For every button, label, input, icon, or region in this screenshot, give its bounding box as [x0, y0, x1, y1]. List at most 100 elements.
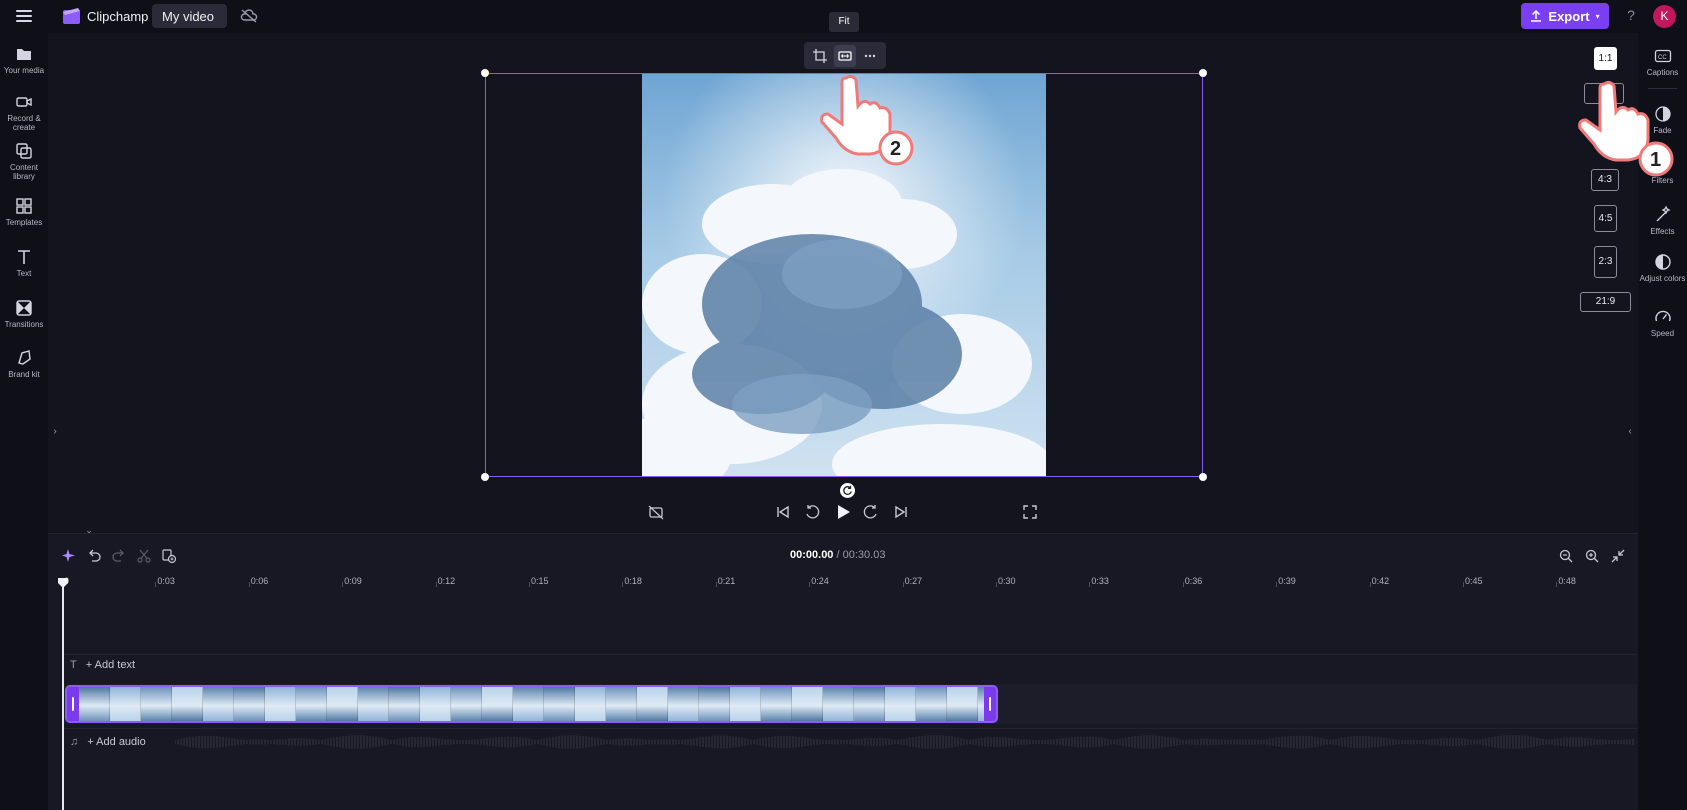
- skip-forward-icon: [895, 505, 907, 519]
- clip-trim-handle-left[interactable]: [67, 687, 79, 721]
- duplicate-button[interactable]: [161, 548, 177, 564]
- zoom-out-button[interactable]: [1558, 548, 1574, 564]
- crop-button[interactable]: [809, 45, 831, 67]
- pointer-hand-annotation-1: 1: [1572, 80, 1682, 180]
- ruler-tick-mark: [155, 582, 157, 587]
- ruler-tick-mark: [902, 582, 904, 587]
- fullscreen-button[interactable]: [1021, 503, 1039, 521]
- clip-thumbnail: [885, 687, 916, 721]
- clip-thumbnail: [203, 687, 234, 721]
- clip-trim-handle-right[interactable]: [984, 687, 996, 721]
- magic-tool-button[interactable]: [61, 548, 77, 564]
- aspect-ratio-21-9[interactable]: 21:9: [1580, 292, 1631, 312]
- sidebar-item-effects[interactable]: Effects: [1638, 205, 1687, 236]
- resize-handle-top-left[interactable]: [481, 69, 489, 77]
- folder-icon: [15, 45, 33, 63]
- aspect-ratio-2-3[interactable]: 2:3: [1594, 246, 1617, 278]
- rewind-5s-button[interactable]: [803, 503, 821, 521]
- scissors-icon: [137, 549, 151, 563]
- sidebar-item-speed[interactable]: Speed: [1638, 308, 1687, 338]
- fit-timeline-button[interactable]: [1610, 548, 1626, 564]
- sidebar-item-label: Speed: [1650, 329, 1675, 338]
- zoom-in-button[interactable]: [1584, 548, 1600, 564]
- ruler-tick-mark: [1463, 582, 1464, 587]
- undo-icon: [89, 549, 101, 562]
- clip-thumbnail: [389, 687, 420, 721]
- sidebar-item-your-media[interactable]: Your media: [0, 45, 48, 75]
- forward-icon: [863, 505, 877, 519]
- timeline-panel: [48, 533, 1638, 810]
- clip-thumbnail: [544, 687, 575, 721]
- sidebar-item-brand-kit[interactable]: Brand kit: [0, 349, 48, 379]
- ruler-tick-mark: [1276, 582, 1278, 587]
- project-title-input[interactable]: My video: [152, 4, 227, 28]
- ruler-tick-label: 0:18: [624, 576, 642, 586]
- clip-thumbnail: [823, 687, 854, 721]
- fit-button[interactable]: [833, 44, 856, 67]
- playhead[interactable]: [62, 579, 64, 810]
- sidebar-item-templates[interactable]: Templates: [0, 197, 48, 227]
- rotate-handle-icon[interactable]: [840, 483, 855, 498]
- resize-handle-bottom-left[interactable]: [481, 473, 489, 481]
- add-audio-track[interactable]: ♫ + Add audio: [70, 736, 146, 748]
- fullscreen-icon: [1023, 505, 1037, 519]
- track-divider: [62, 728, 1637, 729]
- more-options-button[interactable]: [859, 45, 881, 67]
- video-clip[interactable]: [65, 685, 998, 723]
- sidebar-item-content-library[interactable]: Content library: [0, 142, 48, 181]
- playhead-handle[interactable]: [57, 576, 69, 588]
- aspect-ratio-4-5[interactable]: 4:5: [1594, 205, 1617, 232]
- effects-icon: [1654, 205, 1672, 224]
- zoom-out-icon: [1559, 549, 1573, 563]
- text-icon: [15, 248, 33, 266]
- avatar[interactable]: K: [1653, 5, 1676, 28]
- fit-tooltip: Fit: [829, 12, 859, 32]
- resize-handle-top-right[interactable]: [1199, 69, 1207, 77]
- duplicate-icon: [162, 549, 177, 564]
- ruler-tick-label: 0:24: [811, 576, 829, 586]
- sidebar-item-adjust-colors[interactable]: Adjust colors: [1638, 253, 1687, 283]
- skip-back-icon: [777, 505, 789, 519]
- sidebar-item-transitions[interactable]: Transitions: [0, 299, 48, 329]
- cloud-sync-off-icon[interactable]: [240, 8, 258, 24]
- undo-button[interactable]: [86, 548, 102, 564]
- aspect-ratio-1-1[interactable]: 1:1: [1594, 47, 1617, 70]
- svg-text:CC: CC: [1658, 55, 1667, 61]
- ruler-tick-mark: [809, 582, 811, 587]
- export-label: Export: [1548, 8, 1590, 24]
- help-icon[interactable]: ?: [1622, 7, 1640, 25]
- resize-handle-bottom-right[interactable]: [1199, 473, 1207, 481]
- sidebar-item-label: Captions: [1646, 68, 1679, 77]
- ruler-tick-label: 0:33: [1091, 576, 1109, 586]
- speed-icon: [1654, 308, 1672, 326]
- redo-button[interactable]: [111, 548, 127, 564]
- expand-left-panel-icon[interactable]: ›: [50, 418, 60, 446]
- ruler-tick-label: 0:42: [1371, 576, 1390, 586]
- left-sidebar: Your media Record & create Content libra…: [0, 33, 48, 810]
- menu-icon[interactable]: [14, 7, 34, 25]
- skip-to-start-button[interactable]: [774, 503, 792, 521]
- expand-right-panel-icon[interactable]: ‹: [1625, 418, 1635, 446]
- export-button[interactable]: Export ▾: [1521, 3, 1609, 29]
- ruler-tick-mark: [1089, 582, 1091, 587]
- split-button[interactable]: [136, 548, 152, 564]
- clip-thumbnail: [730, 687, 761, 721]
- clip-thumbnail: [792, 687, 823, 721]
- hide-preview-button[interactable]: [647, 503, 665, 521]
- ruler-tick-label: 0:06: [250, 576, 269, 586]
- skip-to-end-button[interactable]: [892, 503, 910, 521]
- play-button[interactable]: [833, 502, 853, 522]
- clip-thumbnail: [513, 687, 544, 721]
- sidebar-item-text[interactable]: Text: [0, 248, 48, 278]
- more-icon: [864, 54, 875, 57]
- sidebar-item-record-create[interactable]: Record & create: [0, 93, 48, 132]
- zoom-in-icon: [1585, 549, 1599, 563]
- text-icon: T: [70, 659, 77, 671]
- add-text-track[interactable]: T + Add text: [70, 659, 135, 671]
- clip-thumbnail: [451, 687, 482, 721]
- forward-5s-button[interactable]: [862, 503, 880, 521]
- pointer-hand-annotation-2: 2: [814, 68, 924, 168]
- upload-icon: [1531, 10, 1542, 22]
- sidebar-item-captions[interactable]: CC Captions: [1638, 47, 1687, 77]
- ruler-tick-label: 0:15: [531, 576, 549, 586]
